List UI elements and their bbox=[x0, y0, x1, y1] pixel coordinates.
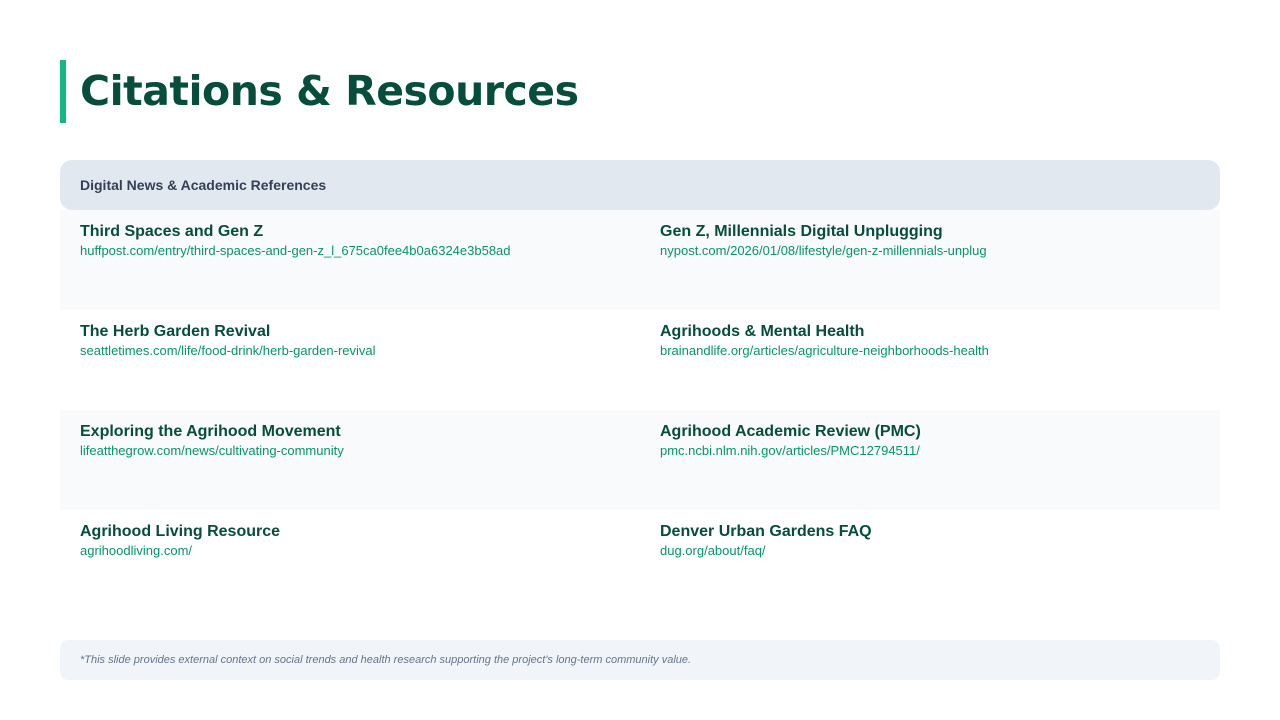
table-header-label: Digital News & Academic References bbox=[80, 177, 327, 193]
table-header: Digital News & Academic References bbox=[60, 160, 1220, 210]
table-row: Third Spaces and Gen Z huffpost.com/entr… bbox=[60, 210, 1220, 310]
citation-title: Agrihood Living Resource bbox=[80, 523, 281, 540]
citation-title: Third Spaces and Gen Z bbox=[80, 223, 264, 240]
citation-cell: Agrihood Living Resource agrihoodliving.… bbox=[60, 510, 640, 610]
title-block: Citations & Resources bbox=[60, 60, 579, 123]
citation-cell: Denver Urban Gardens FAQ dug.org/about/f… bbox=[640, 510, 1220, 610]
citation-link[interactable]: huffpost.com/entry/third-spaces-and-gen-… bbox=[80, 243, 620, 259]
citation-link[interactable]: pmc.ncbi.nlm.nih.gov/articles/PMC1279451… bbox=[660, 443, 1200, 459]
citation-cell: Gen Z, Millennials Digital Unplugging ny… bbox=[640, 210, 1220, 310]
citation-cell: Exploring the Agrihood Movement lifeatth… bbox=[60, 410, 640, 510]
citation-link[interactable]: seattletimes.com/life/food-drink/herb-ga… bbox=[80, 343, 620, 359]
title-accent-bar bbox=[60, 60, 66, 123]
page-title: Citations & Resources bbox=[80, 67, 579, 115]
citation-title: Agrihoods & Mental Health bbox=[660, 323, 865, 340]
citation-title: Denver Urban Gardens FAQ bbox=[660, 523, 872, 540]
citation-title: Gen Z, Millennials Digital Unplugging bbox=[660, 223, 943, 240]
table-rows: Third Spaces and Gen Z huffpost.com/entr… bbox=[60, 210, 1220, 610]
citation-link[interactable]: agrihoodliving.com/ bbox=[80, 543, 620, 559]
citation-title: Exploring the Agrihood Movement bbox=[80, 423, 341, 440]
footnote-text: *This slide provides external context on… bbox=[80, 654, 692, 666]
citation-cell: Agrihoods & Mental Health brainandlife.o… bbox=[640, 310, 1220, 410]
citation-link[interactable]: nypost.com/2026/01/08/lifestyle/gen-z-mi… bbox=[660, 243, 1200, 259]
citation-link[interactable]: brainandlife.org/articles/agriculture-ne… bbox=[660, 343, 1200, 359]
citations-table: Digital News & Academic References Third… bbox=[60, 160, 1220, 610]
citation-link[interactable]: lifeatthegrow.com/news/cultivating-commu… bbox=[80, 443, 620, 459]
table-row: Agrihood Living Resource agrihoodliving.… bbox=[60, 510, 1220, 610]
citation-cell: The Herb Garden Revival seattletimes.com… bbox=[60, 310, 640, 410]
citation-link[interactable]: dug.org/about/faq/ bbox=[660, 543, 1200, 559]
citation-cell: Third Spaces and Gen Z huffpost.com/entr… bbox=[60, 210, 640, 310]
footnote-box: *This slide provides external context on… bbox=[60, 640, 1220, 680]
citation-title: Agrihood Academic Review (PMC) bbox=[660, 423, 921, 440]
citation-title: The Herb Garden Revival bbox=[80, 323, 271, 340]
table-row: Exploring the Agrihood Movement lifeatth… bbox=[60, 410, 1220, 510]
table-row: The Herb Garden Revival seattletimes.com… bbox=[60, 310, 1220, 410]
citation-cell: Agrihood Academic Review (PMC) pmc.ncbi.… bbox=[640, 410, 1220, 510]
